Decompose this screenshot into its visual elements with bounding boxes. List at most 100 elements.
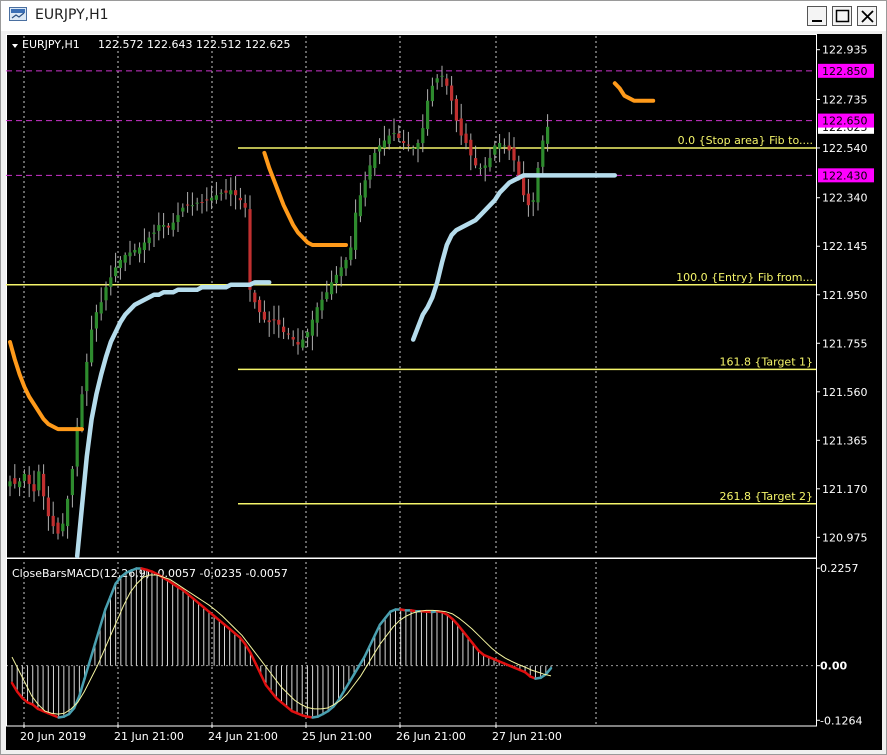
window-title: EURJPY,H1 [35,7,109,23]
macd-line-segment [363,644,371,659]
candle-body [138,247,142,254]
candle-body [176,215,180,223]
price-level-tag-label: 122.430 [822,169,868,182]
x-tick-label: 26 Jun 21:00 [396,730,466,743]
fib-level-label: 0.0 {Stop area} Fib to.... [678,134,813,147]
x-tick-label: 27 Jun 21:00 [492,730,562,743]
y-tick-label: 122.735 [822,93,868,106]
candle-body [238,197,242,201]
macd-line-segment [104,595,112,611]
macd-line-segment [249,651,257,665]
candle-body [406,144,410,146]
macd-line-segment [544,666,553,676]
macd-y-tick-label: 0.00 [820,660,847,673]
y-tick-label: 122.540 [822,142,868,155]
candle-body [277,319,281,325]
candle-body [502,145,506,147]
candle-body [262,311,266,320]
x-tick-label: 20 Jun 2019 [20,730,86,743]
candle-body [22,473,26,481]
macd-plot [6,567,816,719]
candle-body [325,292,329,300]
y-tick-label: 122.340 [822,192,868,205]
title-bar[interactable]: EURJPY,H1 [1,1,886,31]
candle-body [526,193,530,206]
candle-body [368,165,372,180]
candle-body [205,199,209,201]
candle-body [210,197,214,201]
candle-body [320,299,324,311]
candle-body [66,498,70,527]
candle-body [416,142,420,149]
candle-body [133,249,137,253]
macd-line-segment [72,694,81,710]
candle-body [27,474,31,484]
candle-body [445,78,449,86]
maximize-button[interactable] [832,6,852,26]
close-button[interactable] [857,6,877,26]
candle-body [147,237,151,244]
candle-body [536,167,540,203]
candle-body [301,339,305,348]
candle-body [469,139,473,156]
price-axis: 122.935 122.735 122.540 122.340 122.145 121.9… [816,44,874,544]
chart-area[interactable]: EURJPY,H1 122.572 122.643 122.512 122.62… [6,34,882,750]
x-tick-label: 24 Jun 21:00 [208,730,278,743]
candle-body [512,147,516,161]
macd-line-segment [88,642,97,663]
candle-body [402,141,406,143]
candle-body [306,332,310,338]
price-panel-frame [6,34,817,559]
candle-body [18,481,22,488]
candle-body [248,209,252,290]
candle-body [310,319,314,336]
x-tick-label: 25 Jun 21:00 [302,730,372,743]
y-tick-label: 121.170 [822,483,868,496]
y-tick-label: 121.755 [822,337,868,350]
candle-body [162,225,166,227]
chart-window: EURJPY,H1 EURJPY,H1 122.572 122.643 122.… [0,0,887,755]
close-icon [861,10,874,23]
price-level-tag-label: 122.850 [822,65,868,78]
macd-line-segment [83,660,91,680]
candle-body [483,165,487,168]
candle-body [397,133,401,139]
candle-body [80,394,84,428]
chart-svg[interactable]: EURJPY,H1 122.572 122.643 122.512 122.62… [6,34,882,750]
orange-trend-line [612,81,656,103]
candle-body [291,336,295,340]
macd-line-segment [342,681,351,693]
candle-body [94,312,98,329]
y-tick-label: 122.145 [822,240,868,253]
candle-body [478,167,482,169]
candle-body [13,478,17,484]
candle-body [181,207,185,212]
macd-line-segment [368,634,377,648]
candle-body [315,307,319,323]
macd-y-tick-label: -0.1264 [820,714,862,727]
candle-body [435,78,439,83]
fib-level-label: 100.0 {Entry} Fib from... [676,271,813,284]
macd-line-segment [98,608,107,629]
y-tick-label: 121.365 [822,434,868,447]
candle-body [387,135,391,144]
candle-body [70,468,74,496]
candle-body [272,319,276,321]
candle-body [507,145,511,151]
candle-body [258,299,262,313]
orange-trend-line [8,340,84,432]
candle-body [531,200,535,202]
macd-line-segment [109,582,117,598]
minimize-button[interactable] [807,6,827,26]
candle-body [358,195,362,217]
fib-level-label: 261.8 {Target 2} [719,490,813,503]
candle-body [430,85,434,102]
candle-body [267,320,271,323]
candle-body [46,497,50,517]
candle-body [157,225,161,231]
candle-body [517,161,521,176]
dropdown-triangle-icon[interactable] [12,44,18,48]
candle-body [440,75,444,77]
macd-line-segment [347,673,356,685]
candle-body [282,326,286,333]
